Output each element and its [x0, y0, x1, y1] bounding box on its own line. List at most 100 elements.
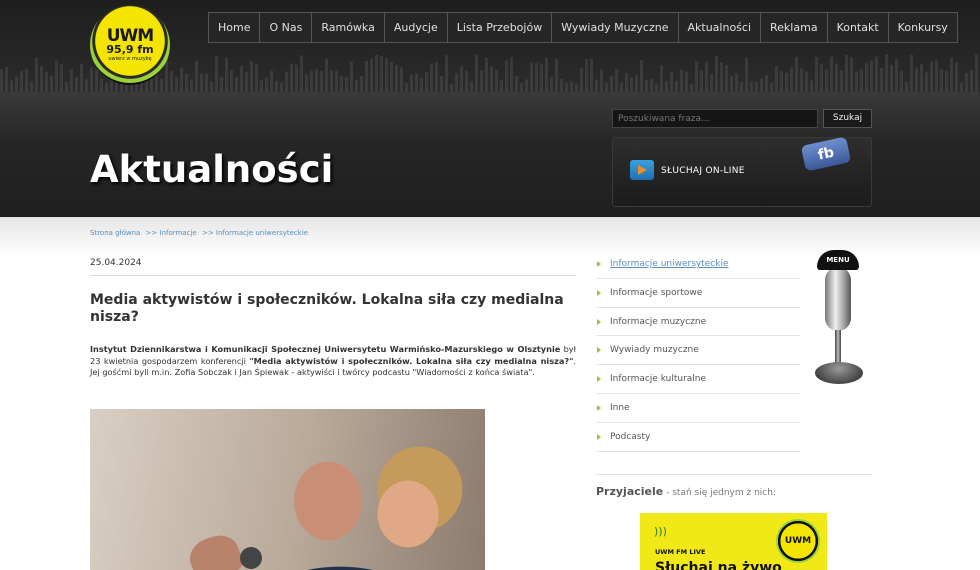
equalizer-bar: [470, 81, 473, 92]
equalizer-bar: [730, 75, 733, 92]
date-divider: [90, 275, 576, 276]
equalizer-bar: [0, 69, 3, 92]
promo-live-label: UWM FM LIVE: [655, 548, 706, 556]
equalizer-bar: [105, 82, 108, 92]
equalizer-bar: [560, 78, 563, 92]
sidebar-item-podcasty[interactable]: Podcasty: [596, 423, 800, 452]
nav-konkursy[interactable]: Konkursy: [889, 13, 957, 42]
sidebar-category-list: Informacje uniwersyteckie Informacje spo…: [596, 250, 800, 452]
promo-text: Słuchaj na żywo: [655, 560, 782, 570]
equalizer-bar: [860, 69, 863, 92]
nav-home[interactable]: Home: [209, 13, 261, 42]
equalizer-bar: [510, 57, 513, 92]
equalizer-bar: [425, 72, 428, 92]
breadcrumb-informacje-uniwersyteckie[interactable]: >> Informacje uniwersyteckie: [202, 229, 308, 237]
listen-live-banner[interactable]: ))) UWM FM LIVE Słuchaj na żywo UWM: [640, 513, 827, 570]
article-photo[interactable]: [90, 409, 485, 570]
equalizer-bar: [10, 80, 13, 92]
equalizer-bar: [715, 56, 718, 92]
equalizer-bar: [355, 80, 358, 92]
equalizer-bar: [720, 62, 723, 92]
equalizer-bar: [535, 63, 538, 92]
equalizer-bar: [710, 73, 713, 92]
sidebar-item-informacje-uniwersyteckie[interactable]: Informacje uniwersyteckie: [596, 250, 800, 279]
equalizer-bar: [50, 75, 53, 92]
equalizer-bar: [675, 80, 678, 92]
equalizer-bar: [565, 82, 568, 92]
sidebar-item-inne[interactable]: Inne: [596, 394, 800, 423]
nav-kontakt[interactable]: Kontakt: [828, 13, 889, 42]
article-title: Media aktywistów i społeczników. Lokalna…: [90, 292, 564, 325]
equalizer-bar: [300, 55, 303, 92]
equalizer-bar: [155, 75, 158, 92]
equalizer-bar: [290, 63, 293, 92]
sidebar-item-informacje-muzyczne[interactable]: Informacje muzyczne: [596, 308, 800, 337]
sidebar-item-informacje-sportowe[interactable]: Informacje sportowe: [596, 279, 800, 308]
equalizer-bar: [825, 69, 828, 92]
sidebar-item-wywiady-muzyczne[interactable]: Wywiady muzyczne: [596, 336, 800, 366]
nav-aktualnosci[interactable]: Aktualności: [679, 13, 762, 42]
equalizer-bar: [5, 67, 8, 92]
nav-audycje[interactable]: Audycje: [385, 13, 448, 42]
listen-online-label[interactable]: SŁUCHAJ ON-LINE: [661, 166, 745, 176]
listen-online-box[interactable]: SŁUCHAJ ON-LINE fb: [612, 136, 872, 207]
nav-ramowka[interactable]: Ramówka: [312, 13, 385, 42]
equalizer-bar: [260, 79, 263, 92]
equalizer-bar: [930, 61, 933, 92]
nav-lista-przebojow[interactable]: Lista Przebojów: [448, 13, 553, 42]
equalizer-bar: [645, 79, 648, 92]
equalizer-bar: [960, 82, 963, 92]
equalizer-bar: [35, 57, 38, 92]
facebook-icon[interactable]: fb: [800, 136, 852, 172]
equalizer-bar: [430, 63, 433, 92]
equalizer-bar: [375, 54, 378, 92]
sidebar-item-informacje-kulturalne[interactable]: Informacje kulturalne: [596, 365, 800, 394]
lead-bold-conference: "Media aktywistów i społeczników. Lokaln…: [249, 355, 574, 366]
logo-text-slogan: uwierz w muzykę: [108, 56, 152, 62]
mic-body: [825, 267, 851, 331]
equalizer-bar: [85, 79, 88, 92]
equalizer-bar: [100, 78, 103, 92]
equalizer-bar: [455, 73, 458, 92]
equalizer-bar: [630, 77, 633, 92]
nav-reklama[interactable]: Reklama: [761, 13, 828, 42]
equalizer-bar: [250, 61, 253, 92]
equalizer-bar: [315, 69, 318, 92]
equalizer-bar: [285, 71, 288, 92]
equalizer-bar: [365, 61, 368, 92]
equalizer-bar: [450, 83, 453, 92]
equalizer-bar: [570, 81, 573, 92]
equalizer-bar: [160, 78, 163, 92]
search-button[interactable]: Szukaj: [823, 109, 872, 128]
equalizer-bar: [770, 83, 773, 92]
equalizer-bar: [240, 65, 243, 92]
photo-microphone: [240, 547, 262, 569]
equalizer-bar: [605, 82, 608, 92]
equalizer-bar: [940, 68, 943, 92]
friends-heading: Przyjaciele - stań się jednym z nich:: [596, 485, 776, 498]
page-title: Aktualności: [90, 148, 334, 191]
search-input[interactable]: [612, 109, 818, 128]
equalizer-bar: [345, 76, 348, 92]
equalizer-bar: [525, 79, 528, 92]
nav-o-nas[interactable]: O Nas: [260, 13, 313, 42]
lead-bold-institute: Instytut Dziennikarstwa i Komunikacji Sp…: [90, 344, 561, 354]
equalizer-bar: [700, 70, 703, 92]
equalizer-bar: [245, 71, 248, 92]
equalizer-bar: [795, 56, 798, 92]
equalizer-bar: [680, 69, 683, 92]
article-date: 25.04.2024: [90, 258, 142, 268]
nav-wywiady-muzyczne[interactable]: Wywiady Muzyczne: [552, 13, 679, 42]
site-logo[interactable]: UWM 95,9 fm uwierz w muzykę: [90, 5, 170, 85]
equalizer-bar: [460, 66, 463, 92]
equalizer-bar: [480, 70, 483, 92]
header-top-bar: UWM 95,9 fm uwierz w muzykę Home O Nas R…: [0, 0, 980, 92]
equalizer-bar: [660, 65, 663, 92]
play-icon[interactable]: [630, 160, 654, 180]
breadcrumb-informacje[interactable]: >> Informacje: [146, 229, 197, 237]
breadcrumb-home[interactable]: Strona główna: [90, 229, 140, 237]
equalizer-bar: [380, 56, 383, 92]
equalizer-bar: [175, 77, 178, 92]
equalizer-bar: [800, 68, 803, 92]
equalizer-bar: [695, 61, 698, 92]
